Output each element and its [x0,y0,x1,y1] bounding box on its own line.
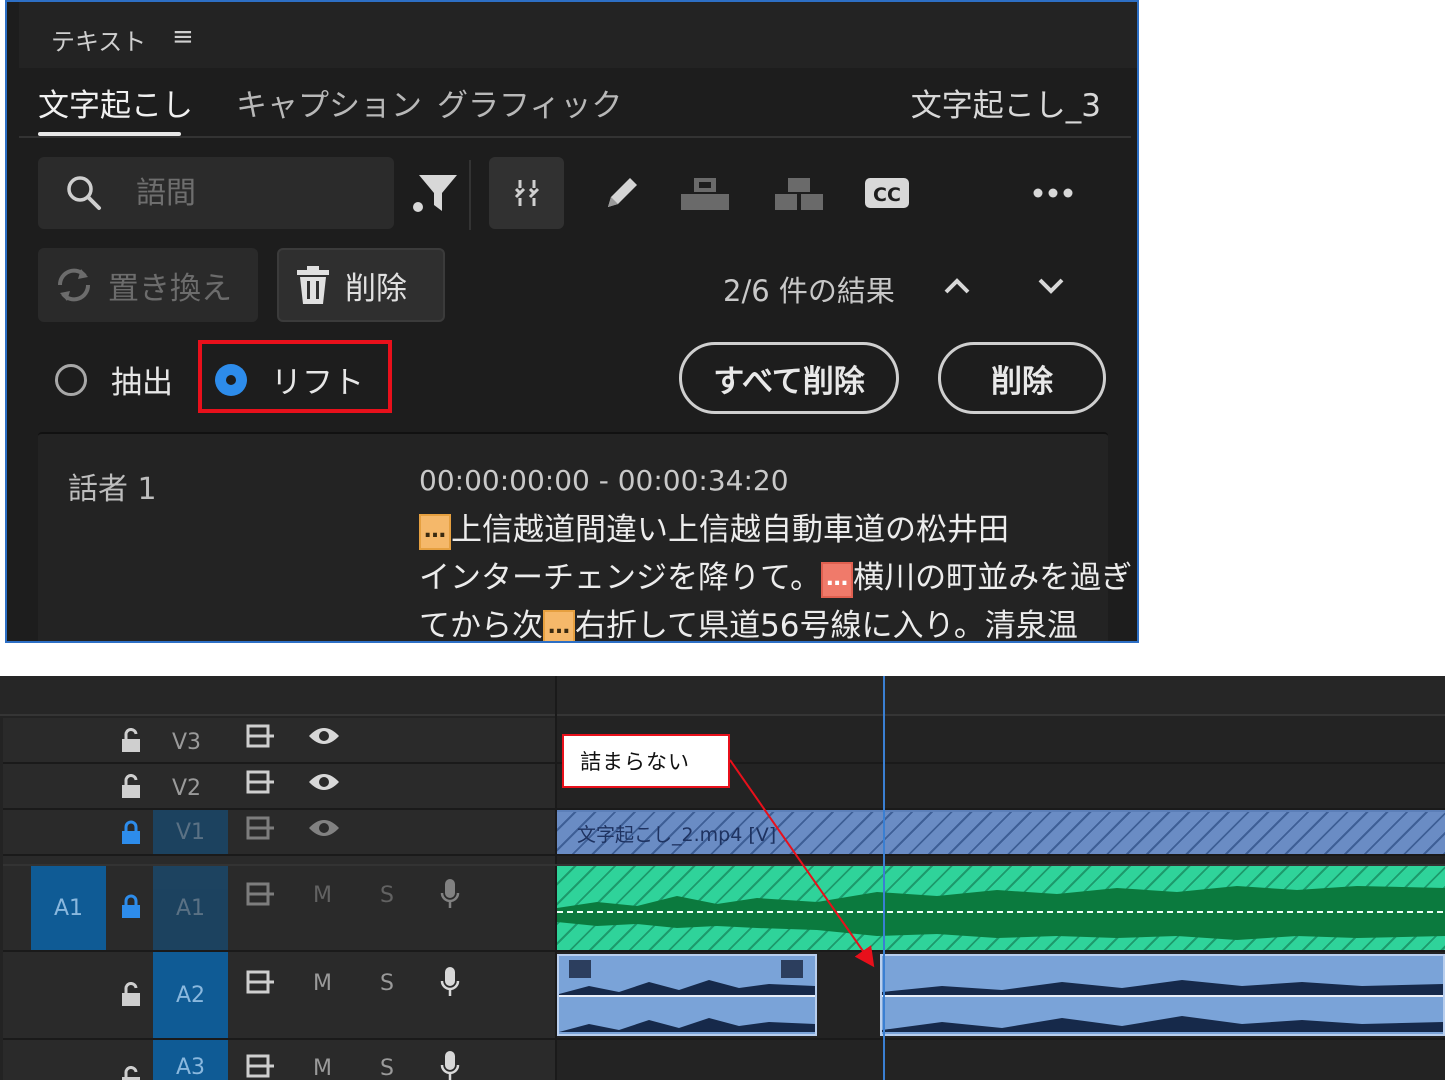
sync-lock-icon[interactable] [246,816,276,846]
merge-segments-icon[interactable] [675,157,735,229]
track-label-a3[interactable]: A3 [153,1040,228,1080]
tab-graphics[interactable]: グラフィック [437,80,622,125]
replace-label: 置き換え [108,270,232,307]
search-icon [64,173,104,217]
transcript-text: てから次 [419,608,543,643]
text-panel: テキスト ≡ 文字起こし キャプション グラフィック 文字起こし_3 CC [5,0,1139,643]
pause-toggle-icon[interactable] [489,157,564,229]
mute-button[interactable]: M [313,1056,332,1080]
transcript-segment: 話者 1 00:00:00:00 - 00:00:34:20 … 上信越道間違い上… [38,432,1132,643]
mute-button[interactable]: M [313,971,332,996]
cc-icon[interactable]: CC [859,157,915,229]
track-divider [3,854,1445,856]
sync-lock-icon[interactable] [246,970,276,1000]
sync-lock-icon[interactable] [246,882,276,912]
panel-header: テキスト ≡ [19,2,1137,68]
pause-marker-selected[interactable]: … [821,561,854,598]
filter-icon[interactable] [405,157,465,229]
radio-extract-dot [55,363,87,396]
hamburger-icon[interactable]: ≡ [172,24,194,50]
track-label-a2[interactable]: A2 [153,952,228,1038]
solo-button[interactable]: S [380,1056,394,1080]
transcript-text: 右折して県道56号線に入り。清泉温 [575,608,1078,643]
timeline-ruler[interactable] [0,676,1445,716]
split-segment-icon[interactable] [769,157,829,229]
sync-lock-icon[interactable] [246,770,276,800]
trash-icon [295,265,331,305]
lock-icon[interactable] [120,894,142,926]
delete-label: 削除 [345,270,407,307]
replace-button[interactable]: 置き換え [38,248,258,322]
waveform [557,886,1445,940]
panel-title: テキスト [51,28,147,56]
tabs-bar: 文字起こし キャプション グラフィック 文字起こし_3 [19,68,1131,138]
lock-icon[interactable] [120,820,142,852]
waveform [559,960,815,1032]
transcript-line[interactable]: … 上信越道間違い上信越自動車道の松井田 [419,504,1009,550]
chevron-up-icon[interactable] [935,264,979,308]
sync-lock-icon[interactable] [246,724,276,754]
callout-box: 詰まらない [562,734,730,788]
audio-clip-a1[interactable] [557,866,1445,950]
audio-clip-a2-right[interactable] [880,954,1445,1036]
svg-text:CC: CC [873,184,901,206]
result-count: 2/6 件の結果 [723,274,895,308]
segment-time: 00:00:00:00 - 00:00:34:20 [419,464,789,497]
delete-pill-button[interactable]: 削除 [938,342,1106,414]
audio-clip-a2-left[interactable] [557,954,817,1036]
track-label-v1[interactable]: V1 [153,810,228,854]
delete-all-button[interactable]: すべて削除 [679,342,899,414]
pause-marker[interactable]: … [419,513,451,550]
source-patch-a1[interactable]: A1 [31,866,106,950]
playhead[interactable] [883,676,885,1080]
microphone-icon[interactable] [440,966,460,1004]
pencil-icon[interactable] [595,157,649,229]
chevron-down-icon[interactable] [1029,264,1073,308]
waveform [882,980,1443,1032]
active-tab-underline [38,132,181,136]
microphone-icon[interactable] [440,878,460,916]
microphone-icon[interactable] [440,1050,460,1080]
eye-icon[interactable] [308,726,340,752]
sync-lock-icon[interactable] [246,1054,276,1080]
transcript-line[interactable]: てから次… 右折して県道56号線に入り。清泉温 [419,600,1078,643]
transcript-text: 上信越道間違い上信越自動車道の松井田 [451,512,1009,548]
track-label-v2[interactable]: V2 [172,776,201,801]
pause-marker[interactable]: … [543,609,575,641]
toolbar-separator [469,160,471,230]
track-label-v3[interactable]: V3 [172,730,201,755]
transcript-line[interactable]: インターチェンジを降りて。… 横川の町並みを過ぎ [419,552,1132,598]
clip-label: 文字起こし_2.mp4 [V] [577,824,777,846]
mute-button[interactable]: M [313,883,332,908]
refresh-icon [54,265,94,305]
radio-extract-label: 抽出 [111,365,173,401]
speaker-label: 話者 1 [68,472,157,507]
tab-transcript[interactable]: 文字起こし [38,80,193,125]
transcript-text: インターチェンジを降りて。 [419,560,822,596]
transcript-text: 横川の町並みを過ぎ [853,560,1133,596]
solo-button[interactable]: S [380,883,394,908]
radio-extract[interactable]: 抽出 [55,357,173,402]
unlock-icon[interactable] [120,773,142,806]
eye-icon[interactable] [308,818,340,844]
solo-button[interactable]: S [380,971,394,996]
track-label-a1[interactable]: A1 [153,866,228,950]
tab-captions[interactable]: キャプション [236,80,422,125]
transcript-name: 文字起こし_3 [910,88,1101,124]
more-icon[interactable] [1025,157,1081,229]
unlock-icon[interactable] [120,981,142,1014]
delete-button[interactable]: 削除 [277,248,445,322]
unlock-icon[interactable] [120,1065,142,1080]
eye-icon[interactable] [308,772,340,798]
search-box[interactable] [38,157,394,229]
unlock-icon[interactable] [120,727,142,760]
highlight-box [198,340,392,413]
video-clip-v1[interactable]: 文字起こし_2.mp4 [V] [557,810,1445,854]
search-input[interactable] [136,173,376,213]
